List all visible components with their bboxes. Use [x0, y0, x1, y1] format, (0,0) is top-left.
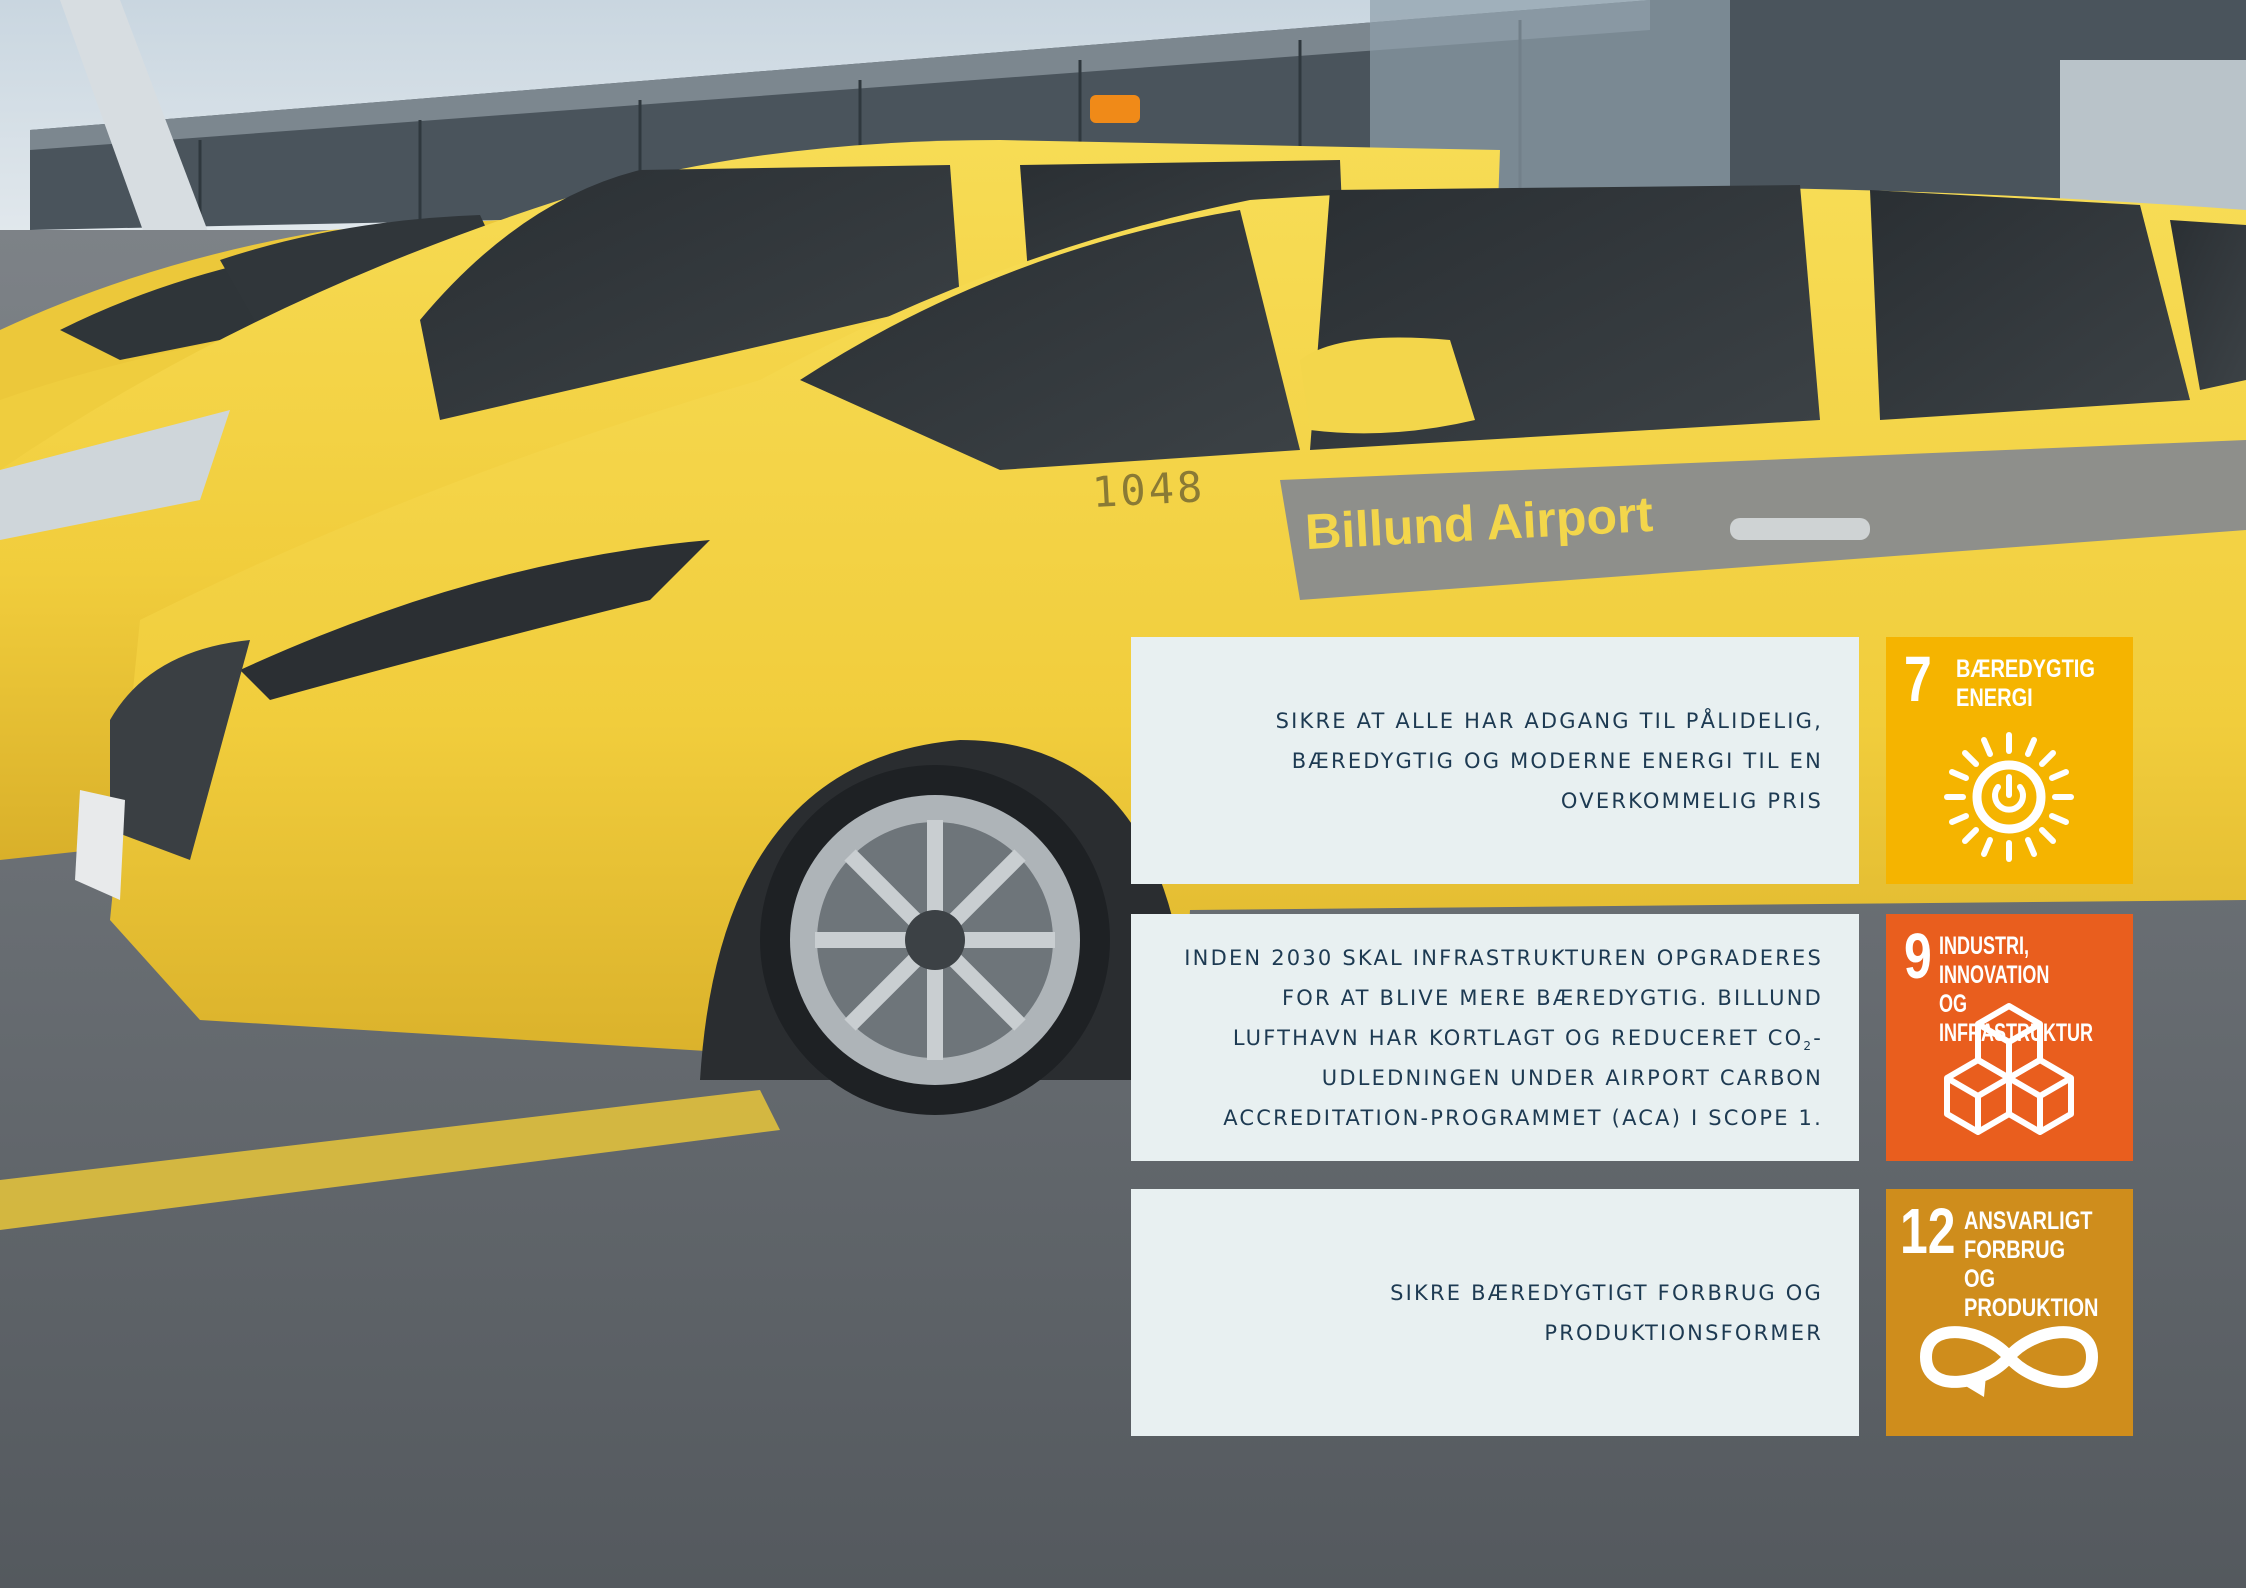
- sun-power-icon: [1944, 732, 2074, 862]
- goal-12-statement: SIKRE BÆREDYGTIGT FORBRUG OG PRODUKTIONS…: [1390, 1280, 1823, 1345]
- car-number: 1048: [1090, 462, 1207, 517]
- goal-12-statement-panel: SIKRE BÆREDYGTIGT FORBRUG OG PRODUKTIONS…: [1131, 1189, 1859, 1436]
- sdg-9-tile: 9 INDUSTRI, INNOVATION OG INFRASTRUKTUR: [1886, 914, 2133, 1161]
- cubes-icon: [1944, 1003, 2074, 1135]
- goal-9-statement: INDEN 2030 SKAL INFRASTRUKTUREN OPGRADER…: [1184, 945, 1823, 1130]
- goal-7-statement-panel: SIKRE AT ALLE HAR ADGANG TIL PÅLIDELIG, …: [1131, 637, 1859, 884]
- sdg-7-tile: 7 BÆREDYGTIG ENERGI: [1886, 637, 2133, 884]
- goal-9-statement-panel: INDEN 2030 SKAL INFRASTRUKTUREN OPGRADER…: [1131, 914, 1859, 1161]
- infinity-loop-icon: [1919, 1326, 2099, 1397]
- sdg-12-tile: 12 ANSVARLIGT FORBRUG OG PRODUKTION: [1886, 1189, 2133, 1436]
- goal-7-statement: SIKRE AT ALLE HAR ADGANG TIL PÅLIDELIG, …: [1275, 708, 1823, 813]
